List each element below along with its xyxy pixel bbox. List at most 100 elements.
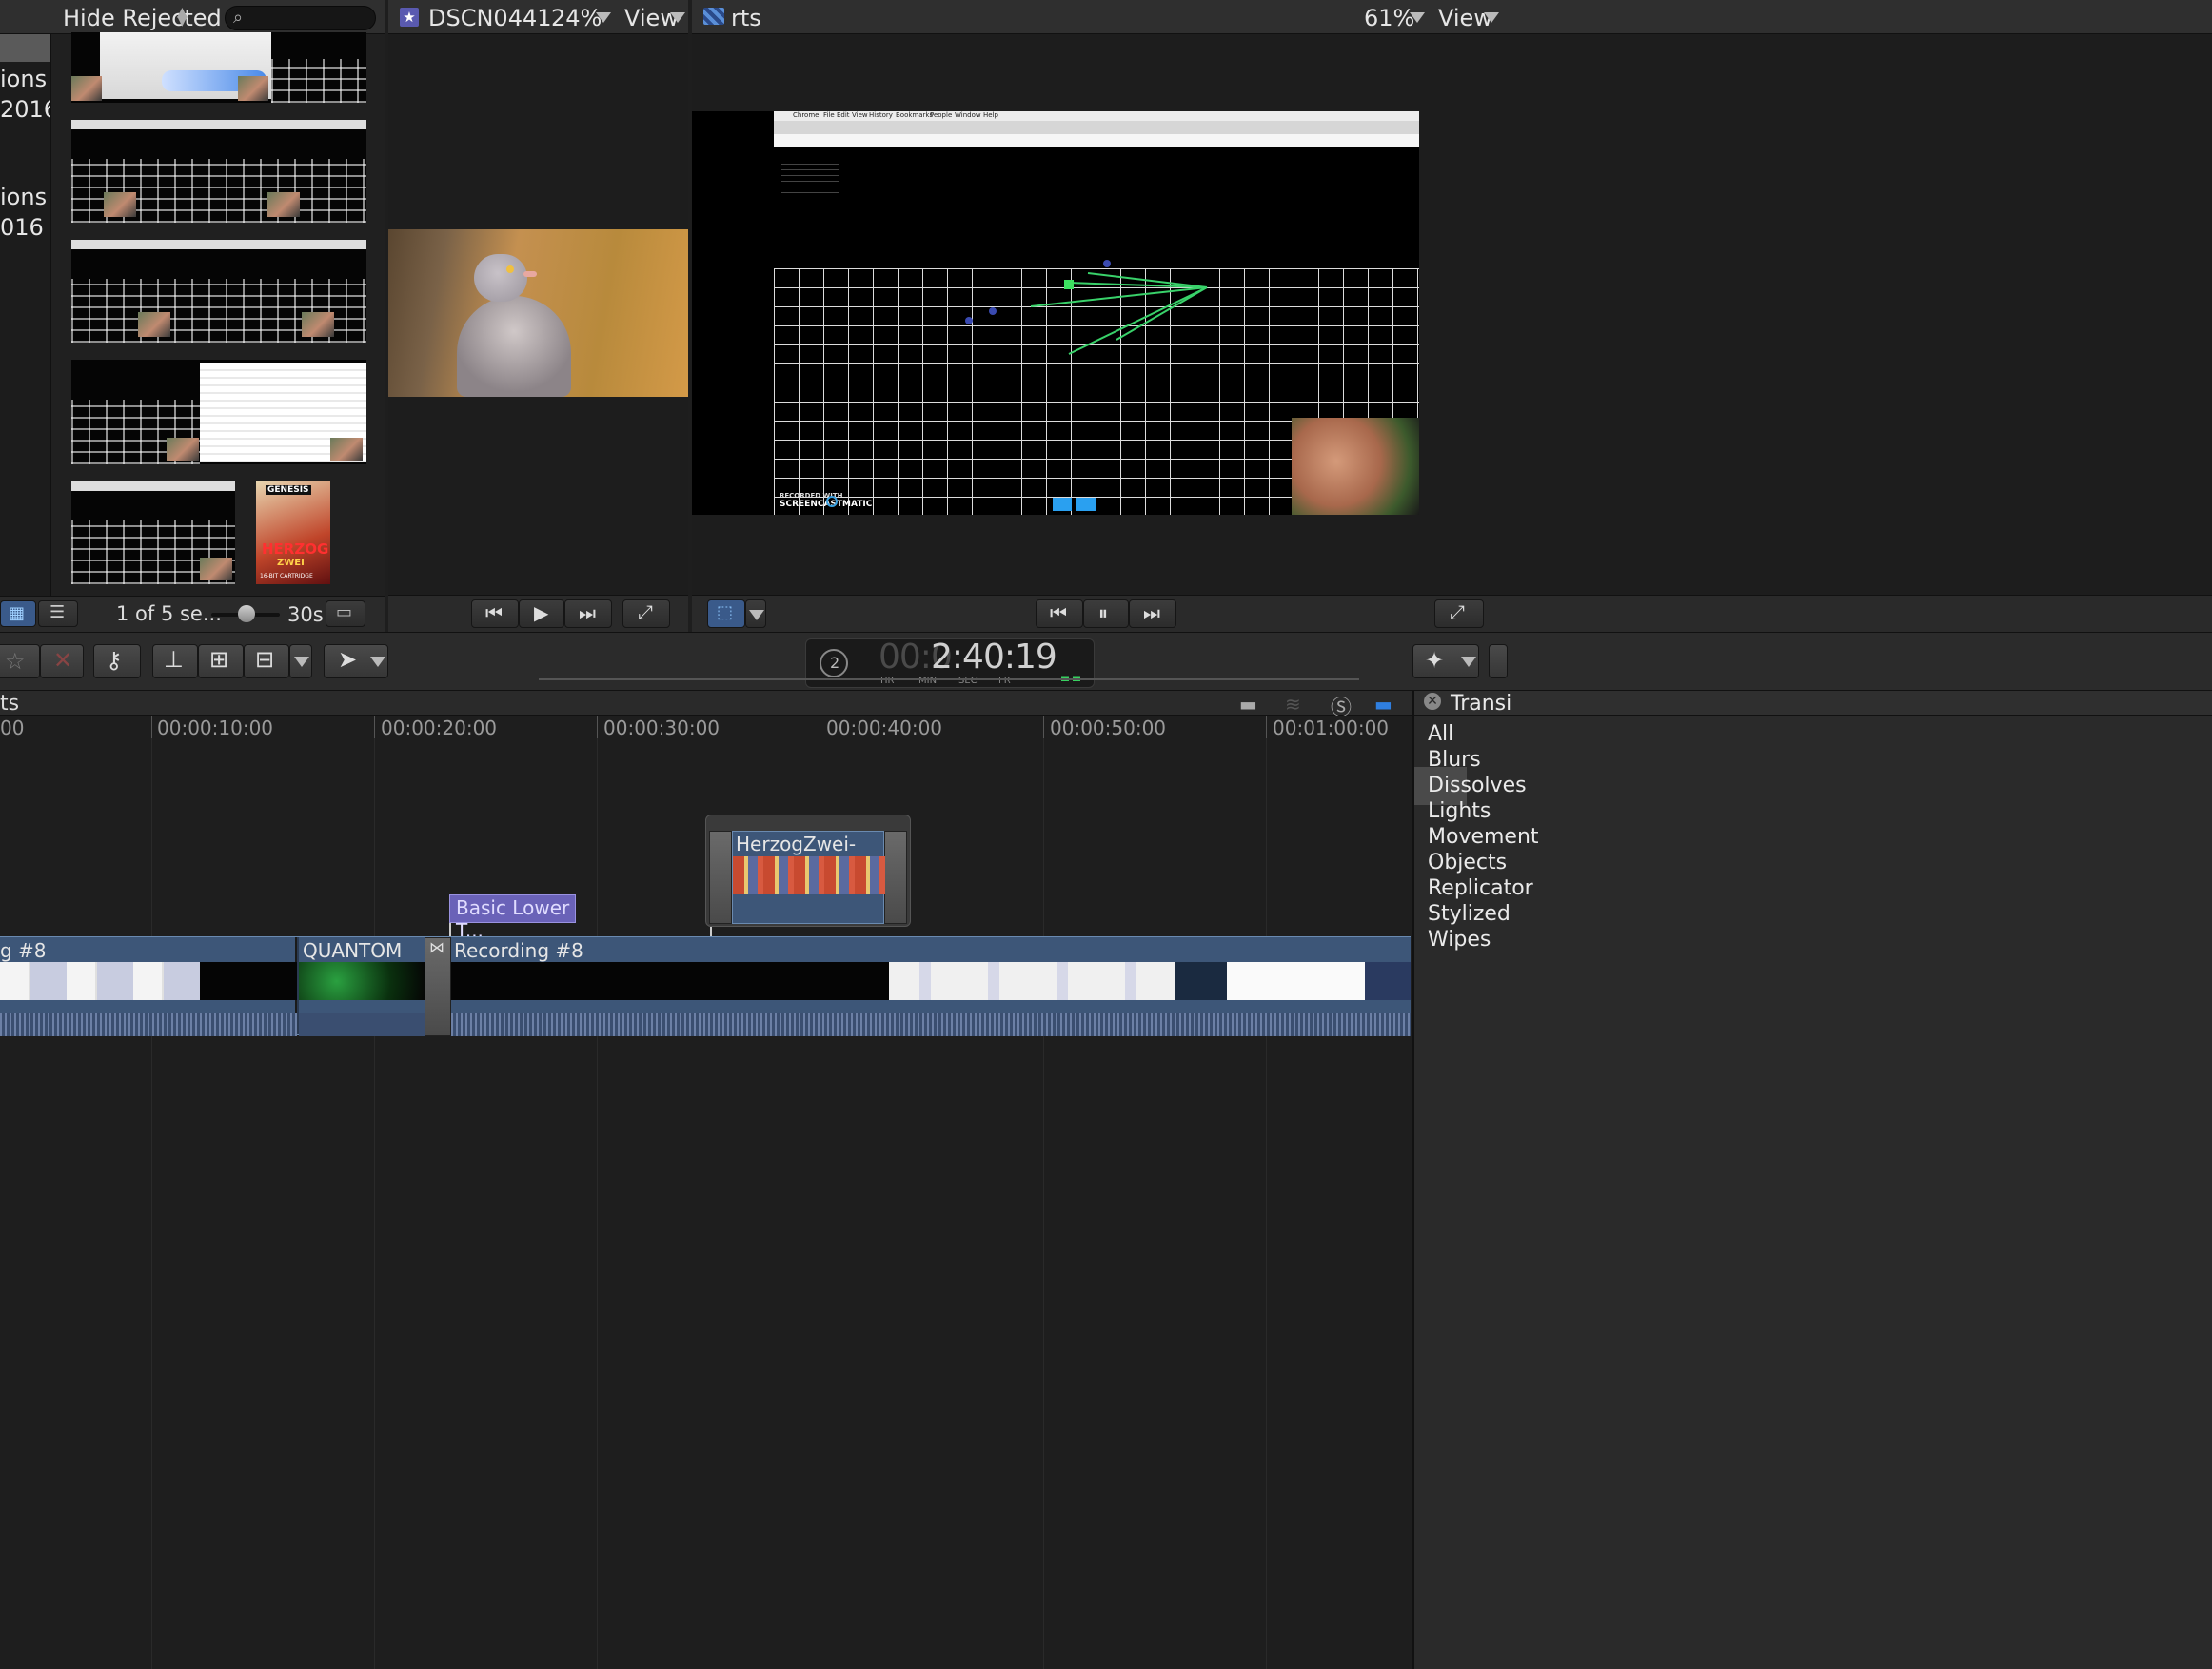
viewer-view-caret-icon[interactable] — [1484, 12, 1499, 23]
transitions-header: ✕ Transi — [1414, 691, 2212, 716]
insert-icon: ⊞ — [209, 646, 229, 673]
play-button[interactable]: ▶ — [519, 599, 564, 628]
edit-caret-icon — [294, 657, 309, 667]
unit-min: MIN — [918, 676, 938, 686]
webcam-overlay — [330, 438, 363, 461]
sidebar-item-1[interactable]: ions — [0, 66, 47, 92]
effects-button[interactable]: ✦ — [1412, 644, 1479, 678]
clip-appearance-button[interactable]: ▭ — [326, 600, 365, 627]
trim-handle-left[interactable] — [709, 831, 732, 924]
recording-clip-1[interactable]: g #8 — [0, 937, 297, 1036]
transform-button[interactable]: ⬚ — [707, 599, 745, 628]
clip1-filmstrip — [0, 962, 297, 1000]
viewer-header: rts 61% View — [692, 0, 2212, 34]
captured-menu-6: Bookmarks — [896, 111, 934, 119]
keyword-button[interactable]: ⚷ — [93, 644, 141, 678]
snapping-icon[interactable]: ▬ — [1374, 693, 1392, 716]
event-viewer-title: DSCN0441 — [428, 5, 552, 31]
clip-thumbnail-5[interactable] — [71, 481, 235, 584]
audio-waveform-icon[interactable]: ≋ — [1285, 693, 1301, 716]
trim-handle-right[interactable] — [884, 831, 907, 924]
unit-fr: FR — [998, 676, 1011, 686]
herzog-zwei-clip[interactable]: HerzogZwei-Cover — [732, 831, 885, 924]
skip-forward-icon: ⏭ — [579, 601, 596, 624]
basic-lower-third-clip[interactable]: Basic Lower T... — [449, 894, 576, 942]
select-tool-button[interactable]: ➤ — [324, 644, 388, 678]
fullscreen-button[interactable]: ⤢ — [622, 599, 670, 628]
audio-meter-right[interactable] — [1073, 647, 1080, 681]
hide-rejected-filter[interactable]: Hide Rejected — [63, 5, 222, 31]
zoom-caret-icon[interactable] — [596, 12, 611, 23]
unit-sec: SEC — [958, 676, 978, 686]
append-icon: ⊟ — [255, 646, 275, 673]
fullscreen-icon: ⤢ — [1450, 600, 1465, 623]
slider-knob[interactable] — [238, 605, 255, 622]
transition-category-blurs[interactable]: Blurs — [1406, 741, 2212, 779]
background-tasks-indicator[interactable]: 2 — [820, 649, 848, 677]
duration-label: 30s — [287, 603, 324, 626]
pause-button[interactable]: ⏸ — [1083, 599, 1129, 628]
close-icon[interactable]: ✕ — [1424, 693, 1441, 710]
sidebar-item-2[interactable]: 2016 — [0, 96, 50, 123]
cross-dissolve-transition[interactable]: ⋈ — [425, 937, 451, 1036]
list-view-button[interactable]: ☰ — [38, 600, 78, 627]
webcam-overlay — [200, 558, 232, 580]
clip-zoom-slider[interactable] — [211, 605, 280, 622]
event-viewer-header: ★ DSCN0441 24% View — [388, 0, 688, 34]
event-viewer-zoom[interactable]: 24% — [551, 5, 602, 31]
selection-status: 1 of 5 se... — [116, 602, 222, 625]
herzog-zwei-cover-thumbnail[interactable]: GENESIS HERZOG ZWEI 16-BIT CARTRIDGE — [256, 481, 330, 584]
cover-brand: GENESIS — [266, 485, 311, 495]
recording-clip-3[interactable]: Recording #8 — [451, 937, 1411, 1036]
viewer-frame: Chrome File Edit View History Bookmarks … — [692, 111, 1419, 515]
playhead-range-line — [539, 678, 1359, 680]
clip1-waveform — [0, 1013, 297, 1036]
reject-button[interactable]: ✕ — [40, 644, 84, 678]
clip-appearance-icon[interactable]: ▬ — [1239, 693, 1257, 716]
sidebar-item-4[interactable]: 016 — [0, 214, 44, 241]
append-clip-button[interactable]: ⊟ — [244, 644, 289, 678]
search-field[interactable]: ⌕ — [225, 6, 376, 30]
captured-menu-4: View — [852, 111, 868, 119]
timeline-ruler[interactable]: 00 00:00:10:00 00:00:20:00 00:00:30:00 0… — [0, 716, 1412, 739]
viewer-go-to-end-button[interactable]: ⏭ — [1129, 599, 1176, 628]
clip-thumbnail-3[interactable] — [71, 240, 366, 343]
captured-menu-1: Chrome — [793, 111, 820, 119]
connected-clip-container[interactable]: HerzogZwei-Cover — [705, 815, 911, 927]
ruler-label-0: 00 — [0, 717, 25, 739]
sidebar-selected-row[interactable] — [0, 34, 50, 62]
captured-menu-5: History — [869, 111, 893, 119]
filmstrip-view-icon: ▦ — [9, 603, 26, 623]
viewer-zoom[interactable]: 61% — [1364, 5, 1414, 31]
clip-thumbnail-4[interactable] — [71, 360, 366, 464]
clip-thumbnail-1[interactable] — [71, 32, 366, 103]
viewer-transport: ⬚ ⏮ ⏸ ⏭ ⤢ — [692, 595, 2212, 632]
insert-clip-button[interactable]: ⊞ — [198, 644, 244, 678]
star-event-icon: ★ — [400, 8, 419, 27]
arrow-cursor-icon: ➤ — [338, 646, 358, 673]
quantom-clip[interactable]: QUANTOM INF... — [299, 937, 425, 1036]
go-to-start-button[interactable]: ⏮ — [471, 599, 519, 628]
edit-options-button[interactable] — [289, 644, 312, 678]
connect-clip-button[interactable]: ⊥ — [152, 644, 198, 678]
clip3-waveform — [451, 1013, 1411, 1036]
favorite-button[interactable]: ☆ — [0, 644, 40, 678]
transform-menu-button[interactable] — [745, 599, 766, 628]
next-tool-button[interactable] — [1489, 644, 1508, 678]
filmstrip-view-button[interactable]: ▦ — [0, 600, 36, 627]
pigeon-head — [474, 254, 527, 302]
transition-category-wipes[interactable]: Wipes — [1406, 921, 2212, 959]
filter-updown-icon[interactable]: ▲ ▼ — [177, 6, 188, 28]
main-viewer: rts 61% View Chrome File Edit View Histo… — [692, 0, 2212, 632]
audio-meter-left[interactable] — [1061, 647, 1069, 681]
viewer-zoom-caret-icon[interactable] — [1410, 12, 1425, 23]
view-caret-icon[interactable] — [670, 12, 685, 23]
viewer-fullscreen-button[interactable]: ⤢ — [1434, 599, 1484, 628]
go-to-end-button[interactable]: ⏭ — [564, 599, 612, 628]
viewer-go-to-start-button[interactable]: ⏮ — [1036, 599, 1083, 628]
library-sidebar: ions 2016 ions 016 — [0, 34, 51, 596]
sidebar-item-3[interactable]: ions — [0, 184, 47, 210]
skip-back-icon: ⏮ — [1050, 601, 1067, 624]
clip-thumbnail-2[interactable] — [71, 120, 366, 223]
timecode-display[interactable]: 00:0 2:40:19 HR MIN SEC FR — [879, 638, 1057, 689]
